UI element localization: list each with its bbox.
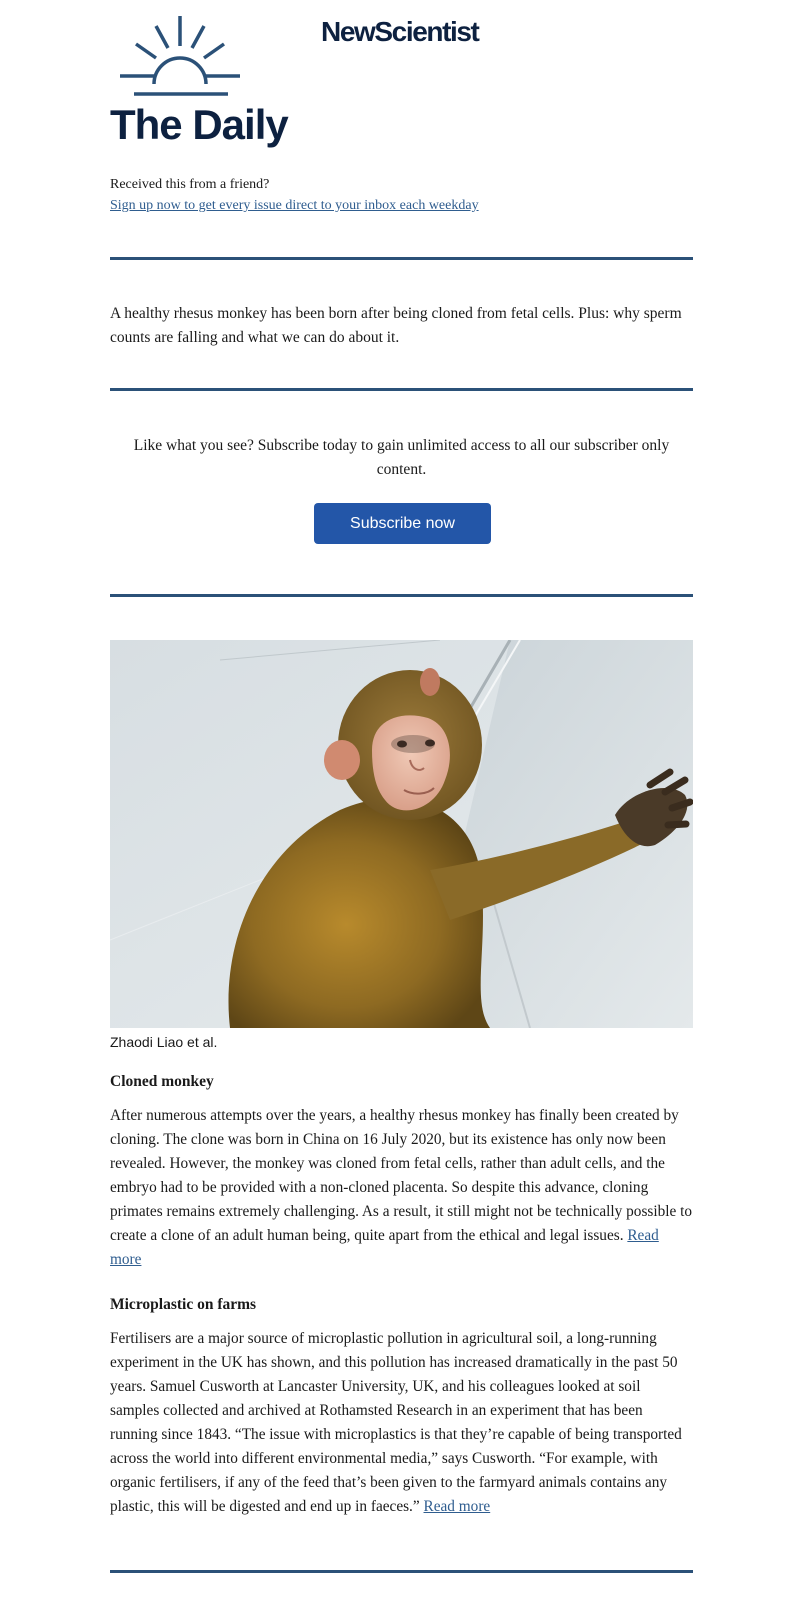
newscientist-logo[interactable]: NewScientist	[321, 16, 480, 48]
article-text: After numerous attempts over the years, …	[110, 1107, 693, 1244]
newsletter-header: NewScientist The Daily Received this fro…	[110, 0, 693, 213]
article-heading: Cloned monkey	[110, 1073, 214, 1090]
article-text: Fertilisers are a major source of microp…	[110, 1330, 682, 1515]
friend-text: Received this from a friend?	[110, 177, 270, 192]
article-body: Fertilisers are a major source of microp…	[110, 1327, 693, 1519]
newsletter-title: The Daily	[110, 101, 289, 148]
subscribe-now-button[interactable]: Subscribe now	[314, 503, 491, 544]
sunrise-icon	[120, 16, 240, 96]
read-more-link[interactable]: Read more	[424, 1498, 491, 1515]
signup-link[interactable]: Sign up now to get every issue direct to…	[110, 198, 479, 214]
section-divider	[110, 1570, 693, 1573]
section-divider	[110, 388, 693, 391]
intro-text: A healthy rhesus monkey has been born af…	[110, 305, 682, 346]
article-heading: Microplastic on farms	[110, 1296, 257, 1313]
section-divider	[110, 257, 693, 260]
photo-caption: Zhaodi Liao et al.	[110, 1034, 218, 1050]
subscribe-promo-text: Like what you see? Subscribe today to ga…	[133, 437, 670, 478]
monkey-illustration	[110, 640, 693, 1028]
section-divider	[110, 594, 693, 597]
newsletter: NewScientist The Daily Received this fro…	[110, 0, 693, 1573]
rhesus-monkey-photo[interactable]	[110, 640, 693, 1028]
article-body: After numerous attempts over the years, …	[110, 1104, 693, 1272]
